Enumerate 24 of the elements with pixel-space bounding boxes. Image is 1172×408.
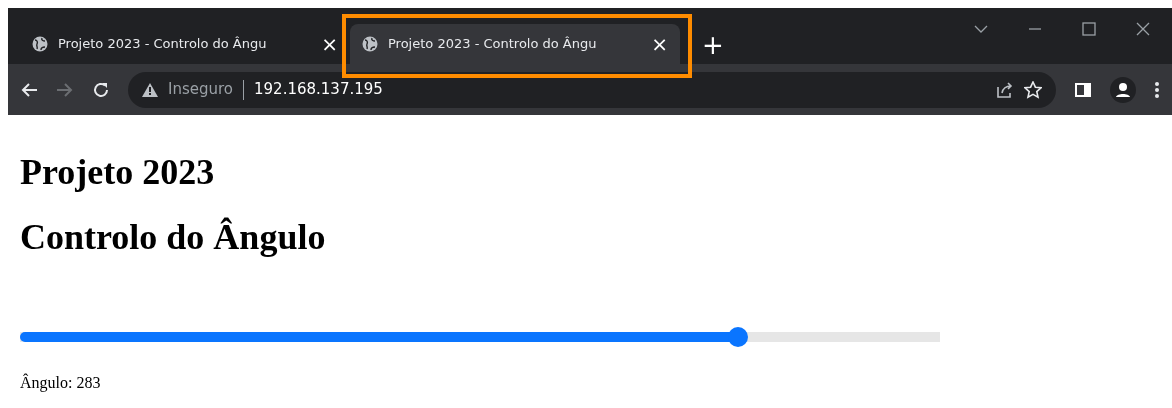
browser-tab[interactable]: Projeto 2023 - Controlo do Ângu × — [20, 24, 350, 64]
globe-icon — [32, 36, 48, 52]
browser-tab[interactable]: Projeto 2023 - Controlo do Ângu × — [350, 24, 680, 64]
close-tab-button[interactable]: × — [651, 34, 668, 54]
share-icon[interactable] — [996, 80, 1014, 99]
page-heading: Controlo do Ângulo — [20, 216, 327, 260]
close-tab-button[interactable]: × — [321, 34, 338, 54]
new-tab-button[interactable]: + — [694, 32, 732, 58]
globe-icon — [362, 36, 378, 52]
page-heading: Projeto 2023 — [20, 151, 216, 194]
profile-icon[interactable] — [1110, 76, 1136, 103]
side-panel-icon[interactable] — [1074, 80, 1092, 99]
close-icon[interactable] — [1136, 22, 1150, 36]
back-icon[interactable] — [20, 81, 38, 98]
menu-icon[interactable] — [1154, 80, 1160, 99]
security-label: Inseguro — [168, 79, 234, 101]
slider-thumb[interactable] — [727, 327, 748, 348]
warning-icon — [142, 82, 158, 97]
address-bar[interactable]: Inseguro 192.168.137.195 — [128, 71, 1056, 108]
url-text: 192.168.137.195 — [254, 79, 383, 101]
maximize-icon[interactable] — [1082, 22, 1096, 36]
angle-reading: Ângulo: 283 — [20, 373, 102, 393]
star-icon[interactable] — [1024, 80, 1042, 99]
reload-icon[interactable] — [92, 80, 110, 99]
